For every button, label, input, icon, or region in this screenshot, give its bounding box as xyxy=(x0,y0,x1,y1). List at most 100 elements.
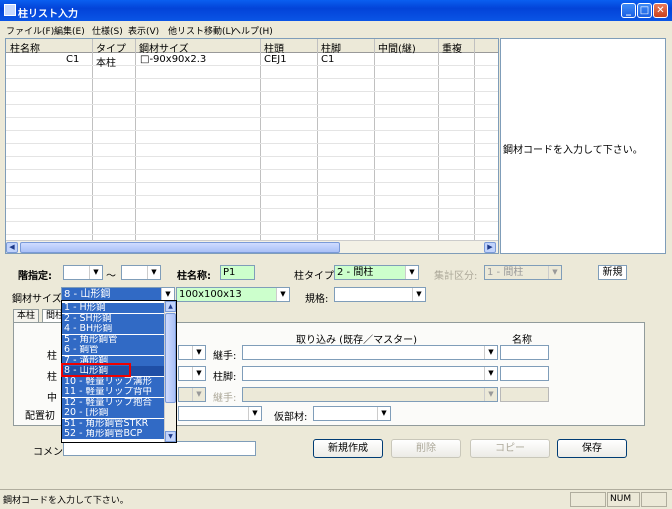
scroll-thumb[interactable] xyxy=(20,242,340,253)
temp-member-select[interactable]: ▼ xyxy=(313,406,391,421)
base-name-input[interactable] xyxy=(500,366,549,381)
scroll-up-icon[interactable]: ▲ xyxy=(165,301,176,312)
menu-list-move[interactable]: 他リスト移動(L) xyxy=(168,24,234,37)
menu-spec[interactable]: 仕様(S) xyxy=(92,24,123,37)
joint-label: 継手: xyxy=(213,351,237,362)
app-icon xyxy=(4,4,16,16)
table-row[interactable] xyxy=(6,118,498,131)
chevron-down-icon[interactable]: ▼ xyxy=(484,346,497,359)
agg-label: 集計区分: xyxy=(434,271,478,282)
list-item[interactable]: 11 - 軽量リップ背中 xyxy=(62,387,165,398)
chevron-down-icon[interactable]: ▼ xyxy=(192,367,205,380)
close-button[interactable]: ✕ xyxy=(653,3,668,18)
chevron-down-icon: ▼ xyxy=(192,388,205,401)
list-item[interactable]: 4 - BH形鋼 xyxy=(62,324,165,335)
menu-edit[interactable]: 編集(E) xyxy=(54,24,85,37)
chevron-down-icon[interactable]: ▼ xyxy=(276,288,289,301)
col-name-input[interactable]: P1 xyxy=(220,265,255,280)
dropdown-scrollbar[interactable]: ▲ ▼ xyxy=(164,301,176,442)
list-item[interactable]: 51 - 角形鋼管STKR xyxy=(62,418,165,429)
status-segment xyxy=(570,492,606,507)
joint-select[interactable]: ▼ xyxy=(242,345,498,360)
joint-name-input[interactable] xyxy=(500,345,549,360)
save-button[interactable]: 保存 xyxy=(557,439,627,458)
row-label-col-2: 柱 xyxy=(47,372,57,383)
joint2-label: 継手: xyxy=(213,393,237,404)
status-text: 鋼材コードを入力して下さい。 xyxy=(3,496,129,506)
scroll-right-icon[interactable]: ▶ xyxy=(484,242,496,253)
list-item[interactable]: 12 - 軽量リップ抱合 xyxy=(62,397,165,408)
layout-label: 配置初 xyxy=(25,411,55,422)
chevron-down-icon[interactable]: ▼ xyxy=(405,266,418,279)
list-item[interactable]: 20 - [形鋼 xyxy=(62,408,165,419)
copy-button: コピー xyxy=(470,439,550,458)
list-item[interactable]: 52 - 角形鋼管BCP xyxy=(62,429,165,440)
table-row[interactable] xyxy=(6,79,498,92)
steel-size-label: 鋼材サイズ: xyxy=(12,294,66,305)
chevron-down-icon[interactable]: ▼ xyxy=(147,266,160,279)
list-item[interactable]: 6 - 鋼管 xyxy=(62,345,165,356)
cell-steel-size: □-90x90x2.3 xyxy=(140,54,207,65)
chevron-down-icon: ▼ xyxy=(484,388,497,401)
steel-type-value: 8 - 山形鋼 xyxy=(64,289,111,300)
base-select[interactable]: ▼ xyxy=(242,366,498,381)
spec-label: 規格: xyxy=(305,294,329,305)
scroll-left-icon[interactable]: ◀ xyxy=(6,242,18,253)
agg-select: 1 - 間柱 ▼ xyxy=(484,265,562,280)
row3-select: ▼ xyxy=(178,387,206,402)
floor-from-select[interactable]: ▼ xyxy=(63,265,103,280)
spec-select[interactable]: ▼ xyxy=(334,287,426,302)
list-item[interactable]: 5 - 角形鋼管 xyxy=(62,334,165,345)
list-item[interactable]: 2 - SH形鋼 xyxy=(62,313,165,324)
row2-select[interactable]: ▼ xyxy=(178,366,206,381)
message-panel: 鋼材コードを入力して下さい。 xyxy=(500,38,666,254)
delete-button: 削除 xyxy=(391,439,461,458)
chevron-down-icon[interactable]: ▼ xyxy=(484,367,497,380)
layout-select[interactable]: ▼ xyxy=(178,406,262,421)
col-type-select[interactable]: 2 - 間柱 ▼ xyxy=(334,265,419,280)
minimize-button[interactable]: _ xyxy=(621,3,636,18)
steel-size-value: 100x100x13 xyxy=(179,289,242,300)
table-row[interactable] xyxy=(6,66,498,79)
dropdown-scroll-thumb[interactable] xyxy=(165,313,176,403)
table-row[interactable] xyxy=(6,105,498,118)
chevron-down-icon[interactable]: ▼ xyxy=(412,288,425,301)
chevron-down-icon[interactable]: ▼ xyxy=(248,407,261,420)
row1-select[interactable]: ▼ xyxy=(178,345,206,360)
table-row[interactable] xyxy=(6,131,498,144)
menu-file[interactable]: ファイル(F) xyxy=(6,24,54,37)
list-item[interactable]: 1 - H形鋼 xyxy=(62,303,165,314)
steel-size-select[interactable]: 100x100x13 ▼ xyxy=(176,287,290,302)
table-row[interactable] xyxy=(6,183,498,196)
table-row[interactable] xyxy=(6,222,498,235)
menu-view[interactable]: 表示(V) xyxy=(128,24,159,37)
table-row[interactable] xyxy=(6,170,498,183)
import-label: 取り込み (既存／マスター) xyxy=(296,335,417,346)
name-label: 名称 xyxy=(512,335,532,346)
table-row[interactable] xyxy=(6,196,498,209)
floor-to-select[interactable]: ▼ xyxy=(121,265,161,280)
column-list-grid[interactable]: 柱名称 タイプ 鋼材サイズ 柱頭 柱脚 中間(継) 重複 C1 本柱 □-90x… xyxy=(5,38,499,254)
list-item[interactable]: 10 - 軽量リップ溝形 xyxy=(62,376,165,387)
menu-help[interactable]: ヘルプ(H) xyxy=(232,24,273,37)
chevron-down-icon[interactable]: ▼ xyxy=(377,407,390,420)
cell-col-base: C1 xyxy=(321,54,335,65)
horizontal-scrollbar[interactable]: ◀ ▶ xyxy=(6,240,498,253)
maximize-button[interactable]: □ xyxy=(637,3,652,18)
table-row[interactable] xyxy=(6,209,498,222)
temp-member-label: 仮部材: xyxy=(274,412,308,423)
table-row[interactable] xyxy=(6,92,498,105)
joint2-name-input xyxy=(500,387,549,402)
scroll-down-icon[interactable]: ▼ xyxy=(165,431,176,442)
table-row[interactable] xyxy=(6,144,498,157)
tab-main-column[interactable]: 本柱 xyxy=(13,309,40,323)
table-row[interactable] xyxy=(6,157,498,170)
grid-header: 柱名称 タイプ 鋼材サイズ 柱頭 柱脚 中間(継) 重複 xyxy=(6,39,498,55)
new-create-button[interactable]: 新規作成 xyxy=(313,439,383,458)
comment-input[interactable] xyxy=(63,441,256,456)
chevron-down-icon[interactable]: ▼ xyxy=(89,266,102,279)
table-row[interactable]: C1 本柱 □-90x90x2.3 CEJ1 C1 xyxy=(6,53,498,69)
window-title: 柱リスト入力 xyxy=(18,9,78,20)
num-indicator: NUM xyxy=(607,492,640,507)
chevron-down-icon[interactable]: ▼ xyxy=(192,346,205,359)
